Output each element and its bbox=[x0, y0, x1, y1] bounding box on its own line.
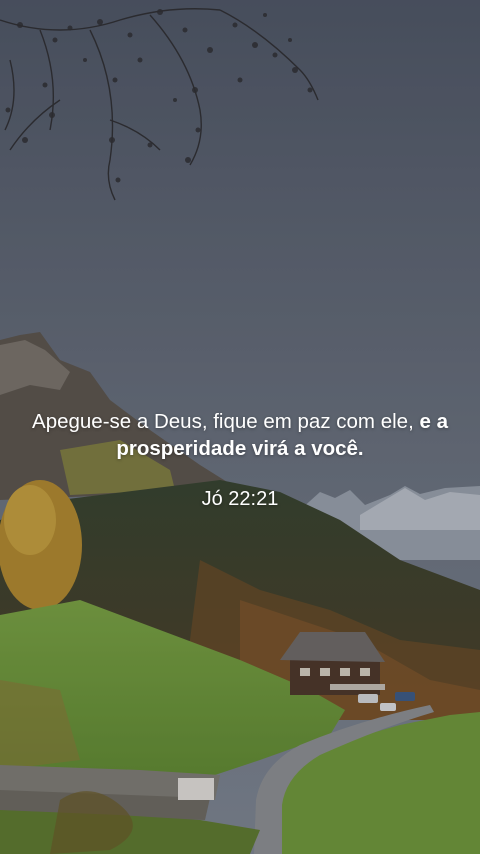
verse-reference: Jó 22:21 bbox=[201, 488, 279, 510]
verse-text-regular: Apegue-se a Deus, fique em paz com ele, bbox=[32, 410, 420, 433]
background-photo: Apegue-se a Deus, fique em paz com ele, … bbox=[0, 0, 480, 854]
verse-text: Apegue-se a Deus, fique em paz com ele, … bbox=[30, 408, 450, 462]
